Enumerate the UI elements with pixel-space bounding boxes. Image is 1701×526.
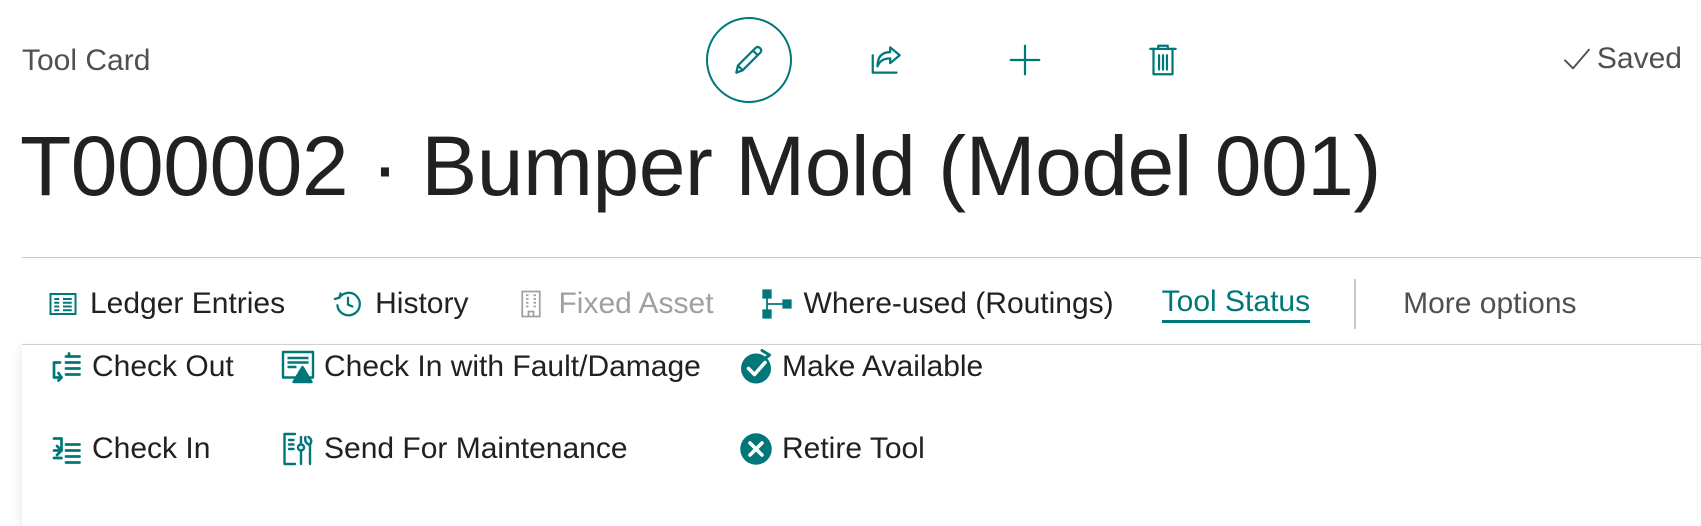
history-icon — [333, 291, 361, 317]
page-caption: Tool Card — [22, 44, 151, 77]
action-label: History — [375, 287, 469, 320]
checkmark-icon — [1563, 48, 1590, 70]
send-maintenance-action[interactable]: Send For Maintenance — [280, 431, 628, 467]
trash-icon — [1149, 44, 1177, 76]
action-ledger-entries[interactable]: Ledger Entries — [48, 287, 285, 321]
check-in-fault-action[interactable]: Check In with Fault/Damage — [280, 349, 701, 385]
action-label: Send For Maintenance — [324, 432, 628, 465]
action-bar-separator — [1354, 279, 1357, 329]
title-divider — [22, 257, 1701, 258]
action-more-options[interactable]: More options — [1403, 287, 1576, 321]
make-available-icon — [741, 349, 771, 384]
action-label: Retire Tool — [782, 432, 925, 465]
action-bar: Ledger Entries History Fixed Asset Where… — [48, 278, 1577, 330]
pencil-icon — [735, 45, 763, 74]
new-button[interactable] — [982, 17, 1068, 103]
retire-icon — [740, 433, 772, 465]
save-status-label: Saved — [1596, 42, 1682, 75]
action-label: More options — [1403, 287, 1577, 320]
plus-icon — [1009, 44, 1041, 76]
make-available-action[interactable]: Make Available — [738, 349, 983, 385]
check-out-icon — [52, 352, 81, 382]
action-label: Ledger Entries — [90, 287, 286, 320]
check-in-icon — [52, 437, 81, 464]
action-label: Tool Status — [1161, 285, 1311, 323]
save-status: Saved — [1561, 42, 1682, 76]
check-out-action[interactable]: Check Out — [48, 349, 234, 385]
header-actions — [706, 17, 1206, 103]
building-icon — [521, 290, 542, 318]
tool-status-panel: Check Out Check In Check In with Fault/D… — [22, 345, 1701, 526]
retire-tool-action[interactable]: Retire Tool — [738, 431, 925, 467]
action-label: Where-used (Routings) — [803, 287, 1114, 320]
ledger-icon — [49, 293, 77, 315]
page-title: T000002 · Bumper Mold (Model 001) — [20, 119, 1381, 213]
action-label: Check In with Fault/Damage — [324, 350, 701, 383]
share-icon — [871, 46, 901, 74]
delete-button[interactable] — [1120, 17, 1206, 103]
action-where-used[interactable]: Where-used (Routings) — [761, 287, 1114, 321]
action-label: Check Out — [92, 350, 234, 383]
routing-icon — [761, 289, 792, 319]
share-button[interactable] — [844, 17, 930, 103]
action-tool-status[interactable]: Tool Status — [1161, 285, 1311, 323]
fault-damage-icon — [281, 350, 315, 384]
check-in-action[interactable]: Check In — [48, 431, 210, 467]
maintenance-icon — [283, 432, 313, 466]
action-label: Fixed Asset — [558, 287, 714, 320]
edit-button[interactable] — [706, 17, 792, 103]
action-label: Make Available — [782, 350, 984, 383]
action-fixed-asset[interactable]: Fixed Asset — [516, 287, 714, 321]
action-label: Check In — [92, 432, 211, 465]
action-history[interactable]: History — [333, 287, 468, 321]
